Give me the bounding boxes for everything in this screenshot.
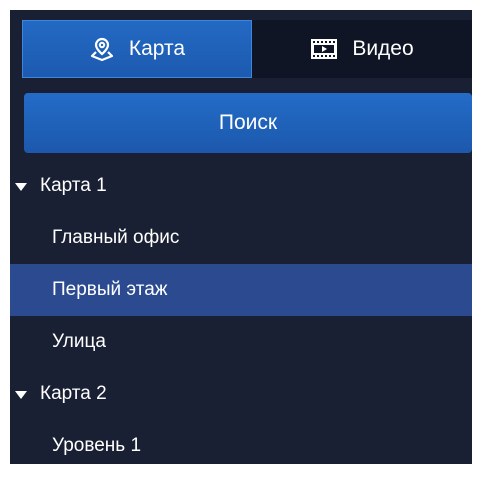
- tree-group-map-1[interactable]: Карта 1: [10, 160, 472, 212]
- tree-group-map-2[interactable]: Карта 2: [10, 368, 472, 420]
- tree-item-label: Улица: [52, 331, 106, 352]
- search-button-label: Поиск: [218, 111, 278, 134]
- tree-item-label: Уровень 1: [52, 435, 142, 456]
- tree-item-label: Главный офис: [52, 227, 180, 248]
- tab-video-label: Видео: [352, 37, 414, 60]
- tab-video[interactable]: Видео: [252, 20, 472, 78]
- tree-item-level-1[interactable]: Уровень 1: [10, 420, 472, 464]
- tree-item-first-floor[interactable]: Первый этаж: [10, 264, 472, 316]
- tab-map-label: Карта: [128, 37, 186, 60]
- expand-caret-icon[interactable]: [15, 183, 27, 191]
- tab-bar: Карта Видео: [22, 20, 472, 78]
- tree-group-label: Карта 2: [40, 383, 107, 404]
- map-pin-icon: [89, 36, 115, 62]
- tree-item-main-office[interactable]: Главный офис: [10, 212, 472, 264]
- video-film-icon: [310, 38, 338, 60]
- tree-group-label: Карта 1: [40, 175, 107, 196]
- tree-item-label: Первый этаж: [52, 279, 168, 300]
- map-video-panel: Карта Видео Поиск Карта 1 Главный офис П…: [10, 10, 472, 464]
- search-button[interactable]: Поиск: [24, 93, 472, 153]
- tree-item-street[interactable]: Улица: [10, 316, 472, 368]
- tab-map[interactable]: Карта: [22, 20, 252, 78]
- map-tree: Карта 1 Главный офис Первый этаж Улица К…: [10, 160, 472, 464]
- expand-caret-icon[interactable]: [15, 391, 27, 399]
